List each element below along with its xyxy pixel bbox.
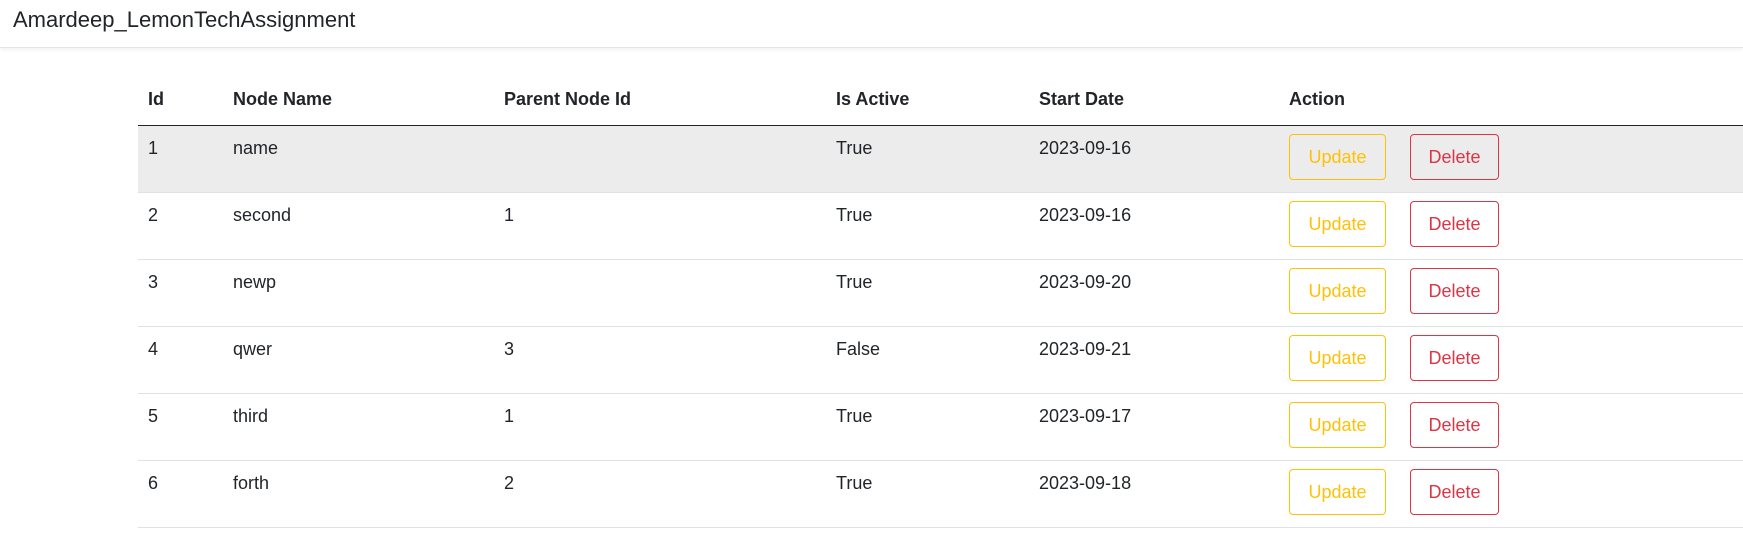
cell-is-active: False — [826, 326, 1029, 394]
cell-is-active: True — [826, 393, 1029, 461]
delete-button[interactable]: Delete — [1410, 402, 1499, 448]
nodes-table: Id Node Name Parent Node Id Is Active St… — [138, 73, 1743, 528]
cell-id: 2 — [138, 192, 223, 260]
cell-start-date: 2023-09-16 — [1029, 125, 1279, 193]
cell-is-active: True — [826, 259, 1029, 327]
cell-id: 3 — [138, 259, 223, 327]
cell-parent-node-id: 3 — [494, 326, 826, 394]
table-row: 5 third 1 True 2023-09-17 Update Delete — [138, 393, 1743, 461]
update-button[interactable]: Update — [1289, 268, 1386, 314]
cell-action: Update Delete — [1279, 192, 1743, 260]
table-row: 4 qwer 3 False 2023-09-21 Update Delete — [138, 326, 1743, 394]
cell-id: 4 — [138, 326, 223, 394]
cell-node-name: newp — [223, 259, 494, 327]
delete-button[interactable]: Delete — [1410, 134, 1499, 180]
cell-parent-node-id — [494, 125, 826, 193]
header-row: Id Node Name Parent Node Id Is Active St… — [138, 73, 1743, 126]
cell-id: 5 — [138, 393, 223, 461]
delete-button[interactable]: Delete — [1410, 268, 1499, 314]
cell-is-active: True — [826, 460, 1029, 528]
table-row: 6 forth 2 True 2023-09-18 Update Delete — [138, 460, 1743, 528]
nodes-table-container: Id Node Name Parent Node Id Is Active St… — [138, 73, 1743, 528]
cell-start-date: 2023-09-20 — [1029, 259, 1279, 327]
cell-start-date: 2023-09-18 — [1029, 460, 1279, 528]
cell-action: Update Delete — [1279, 125, 1743, 193]
cell-is-active: True — [826, 125, 1029, 193]
cell-action: Update Delete — [1279, 460, 1743, 528]
delete-button[interactable]: Delete — [1410, 201, 1499, 247]
header-node-name: Node Name — [223, 73, 494, 126]
header-id: Id — [138, 73, 223, 126]
cell-node-name: qwer — [223, 326, 494, 394]
cell-node-name: third — [223, 393, 494, 461]
header-start-date: Start Date — [1029, 73, 1279, 126]
update-button[interactable]: Update — [1289, 201, 1386, 247]
header-parent-node-id: Parent Node Id — [494, 73, 826, 126]
cell-node-name: forth — [223, 460, 494, 528]
cell-action: Update Delete — [1279, 259, 1743, 327]
update-button[interactable]: Update — [1289, 134, 1386, 180]
cell-node-name: second — [223, 192, 494, 260]
table-row: 2 second 1 True 2023-09-16 Update Delete — [138, 192, 1743, 260]
cell-parent-node-id: 2 — [494, 460, 826, 528]
header-is-active: Is Active — [826, 73, 1029, 126]
cell-id: 6 — [138, 460, 223, 528]
cell-parent-node-id: 1 — [494, 393, 826, 461]
cell-action: Update Delete — [1279, 326, 1743, 394]
cell-parent-node-id: 1 — [494, 192, 826, 260]
delete-button[interactable]: Delete — [1410, 469, 1499, 515]
cell-node-name: name — [223, 125, 494, 193]
table-row: 1 name True 2023-09-16 Update Delete — [138, 125, 1743, 193]
update-button[interactable]: Update — [1289, 402, 1386, 448]
cell-is-active: True — [826, 192, 1029, 260]
brand-link[interactable]: Amardeep_LemonTechAssignment — [13, 7, 355, 33]
cell-action: Update Delete — [1279, 393, 1743, 461]
cell-start-date: 2023-09-21 — [1029, 326, 1279, 394]
update-button[interactable]: Update — [1289, 335, 1386, 381]
cell-start-date: 2023-09-16 — [1029, 192, 1279, 260]
delete-button[interactable]: Delete — [1410, 335, 1499, 381]
cell-parent-node-id — [494, 259, 826, 327]
table-row: 3 newp True 2023-09-20 Update Delete — [138, 259, 1743, 327]
cell-start-date: 2023-09-17 — [1029, 393, 1279, 461]
update-button[interactable]: Update — [1289, 469, 1386, 515]
cell-id: 1 — [138, 125, 223, 193]
navbar: Amardeep_LemonTechAssignment — [0, 0, 1743, 48]
header-action: Action — [1279, 73, 1743, 126]
table-header: Id Node Name Parent Node Id Is Active St… — [138, 73, 1743, 126]
table-body: 1 name True 2023-09-16 Update Delete 2 se… — [138, 125, 1743, 528]
